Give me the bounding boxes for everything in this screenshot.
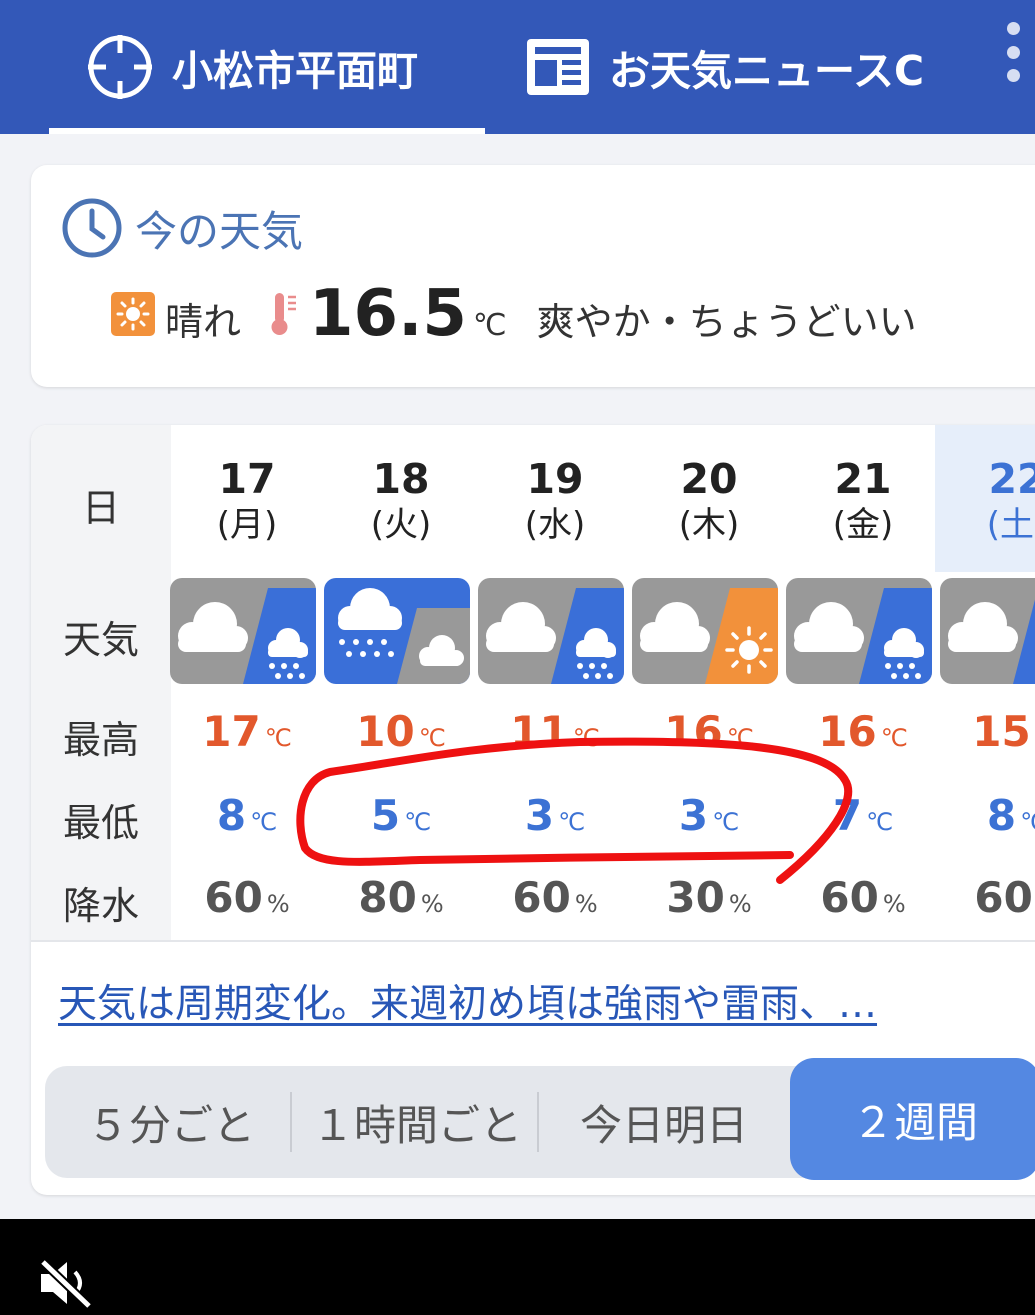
low-temp: 3 ℃: [678, 791, 740, 840]
tab-news[interactable]: お天気ニュースC: [525, 0, 924, 134]
segment-divider: [290, 1092, 292, 1152]
current-condition: 晴れ: [165, 300, 242, 344]
day-number: 21: [834, 455, 892, 503]
day-of-week: (水): [524, 505, 586, 545]
current-weather-title-text: 今の天気: [135, 206, 304, 256]
clock-icon: [61, 197, 123, 259]
precip-chance: 60%: [204, 873, 290, 922]
segment-hourly[interactable]: １時間ごと: [293, 1066, 541, 1178]
row-label-high: 最高: [62, 718, 139, 762]
app-header: 小松市平面町 お天気ニュースC: [0, 0, 1035, 134]
day-of-week: (木): [678, 505, 740, 545]
forecast-row-labels: 日 天気 最高 最低 降水: [31, 425, 171, 940]
tab-news-label: お天気ニュースC: [609, 47, 925, 95]
high-temp: 17 ℃: [202, 707, 292, 756]
sunny-icon: [111, 292, 155, 336]
thermometer-icon: [269, 291, 299, 337]
forecast-day-column[interactable]: 19 (水) 11 ℃ 3 ℃ 60%: [478, 425, 632, 940]
precip-chance: 60%: [512, 873, 598, 922]
location-crosshair-icon: [86, 33, 154, 101]
current-weather-title: 今の天気: [61, 197, 303, 259]
high-temp: 10 ℃: [356, 707, 446, 756]
day-of-week: (金): [832, 505, 894, 545]
divider: [31, 940, 1035, 942]
low-temp: 8 ℃: [216, 791, 278, 840]
high-temp: 16 ℃: [818, 707, 908, 756]
precip-chance: 30%: [666, 873, 752, 922]
day-number: 22: [988, 455, 1035, 503]
cloud-then-rain-icon: [786, 578, 932, 684]
high-temp: 15℃: [972, 707, 1035, 756]
low-temp: 8 ℃: [986, 791, 1035, 840]
tab-location-label: 小松市平面町: [172, 47, 418, 95]
low-temp: 5 ℃: [370, 791, 432, 840]
day-of-week: (土): [986, 505, 1035, 545]
segment-today-tomorrow[interactable]: 今日明日: [539, 1066, 789, 1178]
row-label-precip: 降水: [62, 884, 139, 928]
current-weather-row: 晴れ 16.5 ℃ 爽やか・ちょうどいい: [111, 277, 917, 351]
system-bottom-bar: [0, 1219, 1035, 1315]
forecast-days-scroller[interactable]: 17 (月) 17 ℃ 8 ℃ 60% 18 (火) 10 ℃ 5 ℃ 80% 19 (…: [170, 425, 1035, 940]
row-label-weather: 天気: [62, 618, 139, 662]
low-temp: 7 ℃: [832, 791, 894, 840]
forecast-day-column[interactable]: 21 (金) 16 ℃ 7 ℃ 60%: [786, 425, 940, 940]
two-week-forecast-card: 日 天気 最高 最低 降水 17 (月) 17 ℃ 8 ℃ 60% 18 (火) 1…: [31, 425, 1035, 1195]
day-number: 17: [218, 455, 276, 503]
tab-location[interactable]: 小松市平面町: [86, 0, 418, 134]
cloud-then-rain-icon: [940, 578, 1035, 684]
precip-chance: 60%: [820, 873, 906, 922]
mute-icon[interactable]: [37, 1258, 95, 1312]
current-feeling: 爽やか・ちょうどいい: [536, 300, 917, 344]
newspaper-icon: [525, 37, 591, 97]
more-options-icon[interactable]: [1000, 22, 1026, 82]
precip-chance: 60%: [974, 873, 1033, 922]
rain-then-cloud-icon: [324, 578, 470, 684]
row-label-date: 日: [81, 486, 120, 530]
current-weather-card: 今の天気 晴れ 16.5 ℃ 爽やか・ちょうどいい: [31, 165, 1035, 387]
cloud-then-rain-icon: [478, 578, 624, 684]
cloud-then-sun-icon: [632, 578, 778, 684]
day-number: 19: [526, 455, 584, 503]
cloud-then-rain-icon: [170, 578, 316, 684]
forecast-day-column[interactable]: 22 (土) 15℃ 8℃ 60%: [940, 425, 1035, 940]
forecast-day-column[interactable]: 20 (木) 16 ℃ 3 ℃ 30%: [632, 425, 786, 940]
forecast-day-column[interactable]: 18 (火) 10 ℃ 5 ℃ 80%: [324, 425, 478, 940]
segment-two-weeks[interactable]: ２週間: [790, 1058, 1035, 1180]
high-temp: 16 ℃: [664, 707, 754, 756]
active-tab-indicator: [49, 128, 485, 134]
day-of-week: (火): [370, 505, 432, 545]
forecast-range-selector: ５分ごと １時間ごと 今日明日 ２週間: [45, 1058, 1035, 1180]
row-label-low: 最低: [62, 801, 139, 845]
current-temperature-unit: ℃: [472, 308, 507, 343]
precip-chance: 80%: [358, 873, 444, 922]
segment-5-min[interactable]: ５分ごと: [45, 1066, 297, 1178]
forecast-news-link[interactable]: 天気は周期変化。来週初め頃は強雨や雷雨、…: [58, 973, 877, 1029]
forecast-day-column[interactable]: 17 (月) 17 ℃ 8 ℃ 60%: [170, 425, 324, 940]
low-temp: 3 ℃: [524, 791, 586, 840]
current-temperature: 16.5: [309, 277, 467, 351]
day-of-week: (月): [216, 505, 278, 545]
day-number: 18: [372, 455, 430, 503]
high-temp: 11 ℃: [510, 707, 600, 756]
day-number: 20: [680, 455, 738, 503]
